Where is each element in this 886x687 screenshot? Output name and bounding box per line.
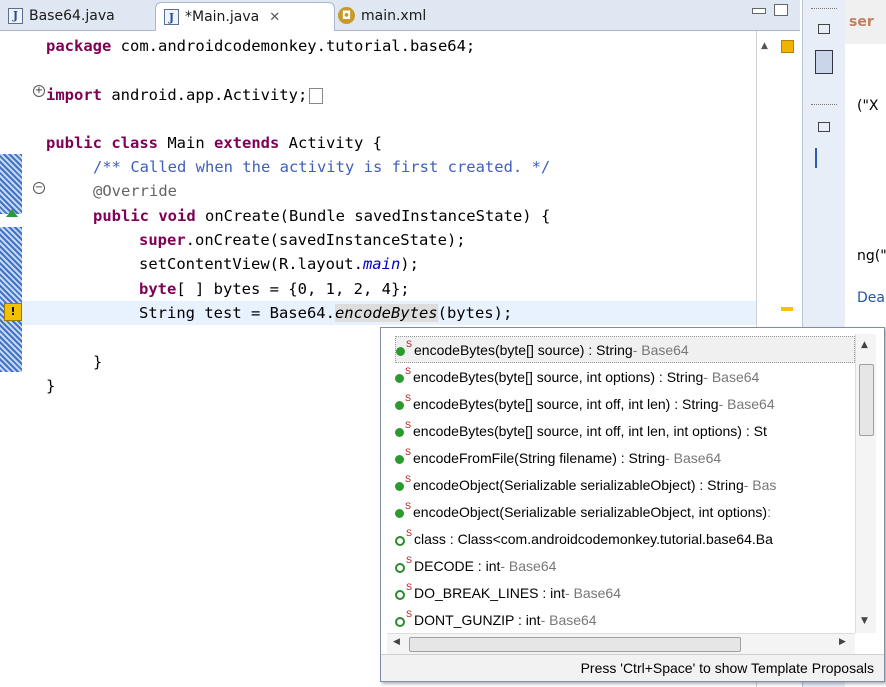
- completion-item[interactable]: SencodeFromFile(String filename) : Strin…: [395, 444, 855, 471]
- public-method-icon: [395, 374, 404, 383]
- code-line-12: }: [46, 377, 56, 395]
- static-marker-icon: S: [406, 554, 413, 565]
- public-method-icon: [396, 347, 405, 356]
- tab-label: main.xml: [361, 7, 427, 24]
- code-line-10: String test = Base64.encodeBytes(bytes);: [139, 304, 513, 322]
- static-marker-icon: S: [406, 338, 413, 349]
- expand-fold-icon[interactable]: +: [33, 85, 45, 97]
- public-method-icon: [395, 482, 404, 491]
- static-marker-icon: S: [406, 527, 413, 538]
- hierarchy-view-icon[interactable]: [815, 148, 835, 168]
- pane-text: ser: [849, 14, 874, 30]
- tab-label: *Main.java: [185, 9, 260, 25]
- up-arrow-icon[interactable]: ▲: [761, 41, 768, 51]
- static-marker-icon: S: [405, 473, 412, 484]
- restore-icon[interactable]: [818, 122, 830, 132]
- public-field-icon: [395, 535, 405, 546]
- pane-text: ng(": [857, 248, 886, 264]
- static-marker-icon: S: [405, 500, 412, 511]
- code-line-2: import android.app.Activity;: [46, 83, 324, 107]
- horizontal-scrollbar[interactable]: ◀ ▶: [387, 633, 855, 654]
- code-line-11: }: [93, 353, 103, 371]
- completion-item[interactable]: SencodeObject(Serializable serializableO…: [395, 471, 855, 498]
- completion-item[interactable]: SencodeObject(Serializable serializableO…: [395, 498, 855, 525]
- xml-file-icon: ◘: [338, 7, 355, 24]
- public-method-icon: [395, 509, 404, 518]
- editor-gutter: [0, 31, 22, 687]
- completion-item[interactable]: S DONT_GUNZIP : int - Base64: [395, 606, 855, 633]
- outline-view-icon[interactable]: [815, 50, 833, 74]
- popup-footer-hint: Press 'Ctrl+Space' to show Template Prop…: [381, 654, 884, 681]
- scroll-up-icon[interactable]: ▲: [861, 340, 868, 350]
- code-line-6: public void onCreate(Bundle savedInstanc…: [93, 207, 551, 225]
- folded-imports-icon[interactable]: [309, 87, 324, 104]
- scroll-thumb[interactable]: [409, 637, 741, 652]
- code-line-9: byte[ ] bytes = {0, 1, 2, 4};: [139, 280, 410, 298]
- code-line-8: setContentView(R.layout.main);: [139, 255, 419, 273]
- vertical-scrollbar[interactable]: ▲ ▼: [855, 334, 876, 633]
- public-field-icon: [395, 589, 405, 600]
- override-marker-icon: [6, 209, 18, 217]
- static-marker-icon: S: [405, 392, 412, 403]
- content-assist-popup[interactable]: SencodeBytes(byte[] source) : String - B…: [380, 327, 885, 682]
- pane-text: Dea: [857, 290, 885, 306]
- collapse-fold-icon[interactable]: −: [33, 182, 45, 194]
- completion-item[interactable]: SencodeBytes(byte[] source) : String - B…: [395, 336, 855, 363]
- maximize-icon[interactable]: [774, 4, 788, 16]
- quick-diff-marker: [0, 154, 22, 214]
- toolbar-grip: [811, 8, 837, 9]
- toolbar-grip: [811, 104, 837, 105]
- completion-item[interactable]: SencodeBytes(byte[] source, int off, int…: [395, 417, 855, 444]
- code-line-1: package com.androidcodemonkey.tutorial.b…: [46, 37, 476, 55]
- static-marker-icon: S: [405, 446, 412, 457]
- public-field-icon: [395, 616, 405, 627]
- tab-label: Base64.java: [29, 7, 115, 24]
- public-method-icon: [395, 428, 404, 437]
- static-marker-icon: S: [405, 419, 412, 430]
- completion-item[interactable]: SencodeBytes(byte[] source, int off, int…: [395, 390, 855, 417]
- code-line-5: @Override: [93, 182, 177, 200]
- code-line-3: public class Main extends Activity {: [46, 134, 382, 152]
- close-tab-icon[interactable]: ✕: [269, 10, 280, 25]
- scroll-left-icon[interactable]: ◀: [393, 637, 400, 647]
- code-line-7: super.onCreate(savedInstanceState);: [139, 231, 466, 249]
- static-marker-icon: S: [405, 365, 412, 376]
- pane-text: ("X: [857, 98, 879, 114]
- restore-icon[interactable]: [818, 24, 830, 34]
- warning-summary-icon[interactable]: [781, 40, 794, 53]
- scroll-down-icon[interactable]: ▼: [861, 616, 868, 626]
- public-method-icon: [395, 401, 404, 410]
- static-marker-icon: S: [406, 608, 413, 619]
- quick-diff-marker: [0, 227, 22, 372]
- scroll-thumb[interactable]: [859, 364, 874, 436]
- tab-main-xml[interactable]: ◘ main.xml: [330, 2, 434, 29]
- completion-item[interactable]: SencodeBytes(byte[] source, int options)…: [395, 363, 855, 390]
- completion-item[interactable]: Sclass : Class<com.androidcodemonkey.tut…: [395, 525, 855, 552]
- java-file-icon: J: [8, 7, 23, 24]
- public-field-icon: [395, 562, 405, 573]
- minimize-icon[interactable]: [752, 8, 766, 14]
- public-method-icon: [395, 455, 404, 464]
- tab-base64-java[interactable]: J Base64.java: [0, 2, 123, 29]
- tab-main-java[interactable]: J *Main.java ✕: [155, 2, 335, 31]
- code-line-4: /** Called when the activity is first cr…: [93, 158, 551, 176]
- warning-lightbulb-icon[interactable]: !: [4, 303, 22, 321]
- java-file-icon: J: [164, 9, 179, 25]
- scroll-right-icon[interactable]: ▶: [839, 637, 846, 647]
- warning-marker[interactable]: [781, 307, 793, 311]
- completion-item[interactable]: S DECODE : int - Base64: [395, 552, 855, 579]
- static-marker-icon: S: [406, 581, 413, 592]
- editor-tab-bar: J Base64.java J *Main.java ✕ ◘ main.xml: [0, 0, 800, 31]
- completion-item[interactable]: S DO_BREAK_LINES : int - Base64: [395, 579, 855, 606]
